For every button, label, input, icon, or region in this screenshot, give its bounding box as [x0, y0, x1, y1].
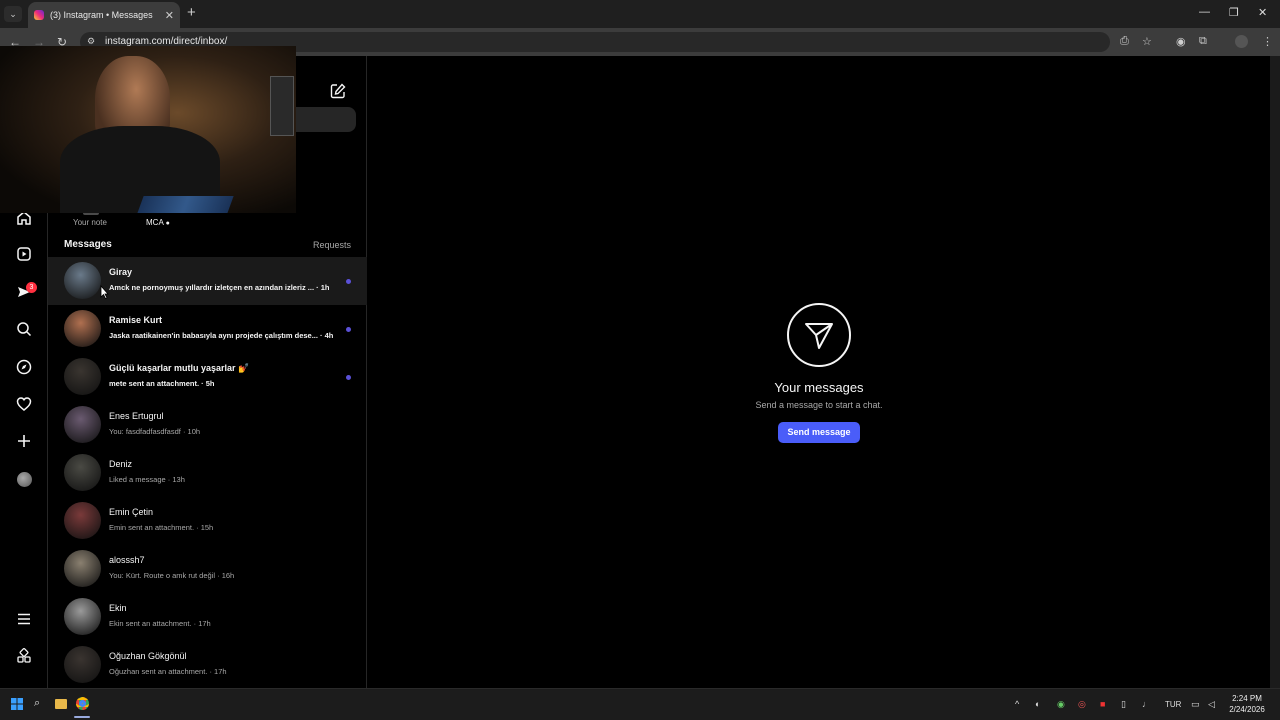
- conversation-name: Giray: [109, 267, 133, 277]
- send-message-button[interactable]: Send message: [778, 422, 860, 443]
- avatar: [64, 454, 101, 491]
- search-input[interactable]: [296, 107, 356, 132]
- message-count-badge: 3: [26, 282, 37, 293]
- active-app-indicator: [74, 716, 90, 718]
- extensions-puzzle-icon[interactable]: ⧉: [1199, 35, 1207, 48]
- your-note-label[interactable]: Your note: [73, 218, 107, 227]
- note-mca-label[interactable]: MCA ●: [146, 218, 170, 227]
- monitor-arm-device: [270, 76, 294, 136]
- reels-icon[interactable]: [14, 244, 34, 264]
- clock-date: 2/24/2026: [1229, 705, 1265, 714]
- explore-compass-icon[interactable]: [14, 357, 34, 377]
- extension-camera-icon[interactable]: ◉: [1176, 35, 1186, 48]
- minimize-icon[interactable]: —: [1199, 6, 1210, 18]
- conversation-name: Emin Çetin: [109, 507, 154, 517]
- tray-mic-icon[interactable]: ♩: [1142, 699, 1151, 709]
- conversation-name: Ekin: [109, 603, 127, 613]
- tray-overflow-icon[interactable]: ^: [1015, 699, 1019, 709]
- browser-menu-icon[interactable]: ⋮: [1262, 35, 1273, 48]
- conversation-name: Deniz: [109, 459, 133, 469]
- windows-start-icon[interactable]: [11, 698, 23, 710]
- conversation-name: Enes Ertugrul: [109, 411, 164, 421]
- search-icon[interactable]: [14, 319, 34, 339]
- language-indicator[interactable]: TUR: [1165, 700, 1181, 709]
- conversation-preview: You: fasdfadfasdfasdf · 10h: [109, 427, 201, 436]
- conversation-preview: Amck ne pornoymuş yıllardır izletçen en …: [109, 283, 330, 292]
- chrome-taskbar-icon[interactable]: [76, 697, 89, 710]
- new-message-button[interactable]: [329, 82, 347, 105]
- conversation-row[interactable]: Giray Amck ne pornoymuş yıllardır izletç…: [48, 257, 367, 305]
- empty-state-subtitle: Send a message to start a chat.: [755, 400, 883, 410]
- conversation-name: Oğuzhan Gökgönül: [109, 651, 187, 661]
- requests-link[interactable]: Requests: [313, 240, 351, 250]
- taskbar-search-icon[interactable]: ⌕: [34, 697, 40, 710]
- avatar: [64, 262, 101, 299]
- empty-state-title: Your messages: [774, 380, 864, 395]
- conversation-preview: Ekin sent an attachment. · 17h: [109, 619, 211, 628]
- file-explorer-icon[interactable]: [55, 699, 67, 709]
- mouse-cursor-icon: [100, 285, 109, 299]
- instagram-favicon-icon: [34, 10, 44, 20]
- conversation-name: Ramise Kurt: [109, 315, 163, 325]
- conversation-row[interactable]: alosssh7 You: Kürt. Route o amk rut deği…: [48, 545, 367, 593]
- bookmark-star-icon[interactable]: ☆: [1142, 35, 1152, 48]
- new-tab-button[interactable]: +: [187, 5, 196, 21]
- avatar: [64, 598, 101, 635]
- meta-apps-icon[interactable]: [14, 646, 34, 666]
- conversation-row[interactable]: Deniz Liked a message · 13h: [48, 449, 367, 497]
- profile-avatar-icon[interactable]: [1235, 35, 1248, 48]
- conversation-preview: You: Kürt. Route o amk rut değil · 16h: [109, 571, 235, 580]
- browser-tab-strip: ⌄ (3) Instagram • Messages ✕ + — ❐ ✕: [0, 0, 1280, 28]
- messages-paper-plane-icon: [787, 303, 851, 367]
- webcam-overlay: [0, 46, 296, 213]
- unread-dot: [346, 279, 351, 284]
- avatar: [64, 406, 101, 443]
- conversation-name: Güçlü kaşarlar mutlu yaşarlar 💅: [109, 363, 250, 373]
- install-app-icon[interactable]: ⎙: [1120, 35, 1129, 48]
- network-icon[interactable]: ▭: [1191, 699, 1200, 710]
- windows-taskbar: [0, 688, 1280, 720]
- rgb-keyboard: [136, 196, 234, 213]
- tab-title: (3) Instagram • Messages: [50, 10, 153, 20]
- page-scrollbar[interactable]: [1270, 56, 1280, 688]
- tray-nvidia-icon[interactable]: ◉: [1057, 699, 1065, 710]
- conversation-row[interactable]: Oğuzhan Gökgönül Oğuzhan sent an attachm…: [48, 641, 367, 689]
- close-window-icon[interactable]: ✕: [1258, 6, 1267, 19]
- conversation-row[interactable]: Emin Çetin Emin sent an attachment. · 15…: [48, 497, 367, 545]
- conversation-preview: Liked a message · 13h: [109, 475, 185, 484]
- avatar: [64, 646, 101, 683]
- volume-icon[interactable]: ◁: [1208, 699, 1215, 710]
- avatar: [64, 310, 101, 347]
- more-menu-icon[interactable]: [14, 609, 34, 629]
- avatar: [64, 550, 101, 587]
- tray-usb-icon[interactable]: ▯: [1121, 699, 1126, 710]
- profile-avatar[interactable]: [14, 469, 34, 489]
- tray-security-icon[interactable]: ◎: [1078, 699, 1086, 710]
- tab-search-button[interactable]: ⌄: [4, 6, 22, 22]
- conversation-row[interactable]: Ramise Kurt Jaska raatikainen'in babasıy…: [48, 305, 367, 353]
- browser-tab[interactable]: (3) Instagram • Messages ✕: [28, 2, 180, 28]
- tray-record-icon[interactable]: ■: [1100, 699, 1105, 709]
- note-dot-icon: ●: [165, 220, 170, 227]
- taskbar-clock[interactable]: 2:24 PM 2/24/2026: [1222, 693, 1272, 715]
- restore-icon[interactable]: ❐: [1229, 6, 1239, 19]
- conversation-preview: Jaska raatikainen'in babasıyla aynı proj…: [109, 331, 334, 340]
- avatar: [64, 502, 101, 539]
- conversation-row[interactable]: Ekin Ekin sent an attachment. · 17h: [48, 593, 367, 641]
- conversation-preview: Oğuzhan sent an attachment. · 17h: [109, 667, 227, 676]
- clock-time: 2:24 PM: [1232, 694, 1262, 703]
- tray-app-icon[interactable]: ◐: [1035, 699, 1040, 709]
- close-tab-icon[interactable]: ✕: [165, 9, 174, 22]
- conversation-name: alosssh7: [109, 555, 145, 565]
- create-plus-icon[interactable]: [14, 431, 34, 451]
- conversation-preview: Emin sent an attachment. · 15h: [109, 523, 214, 532]
- messages-heading: Messages: [64, 239, 112, 250]
- unread-dot: [346, 327, 351, 332]
